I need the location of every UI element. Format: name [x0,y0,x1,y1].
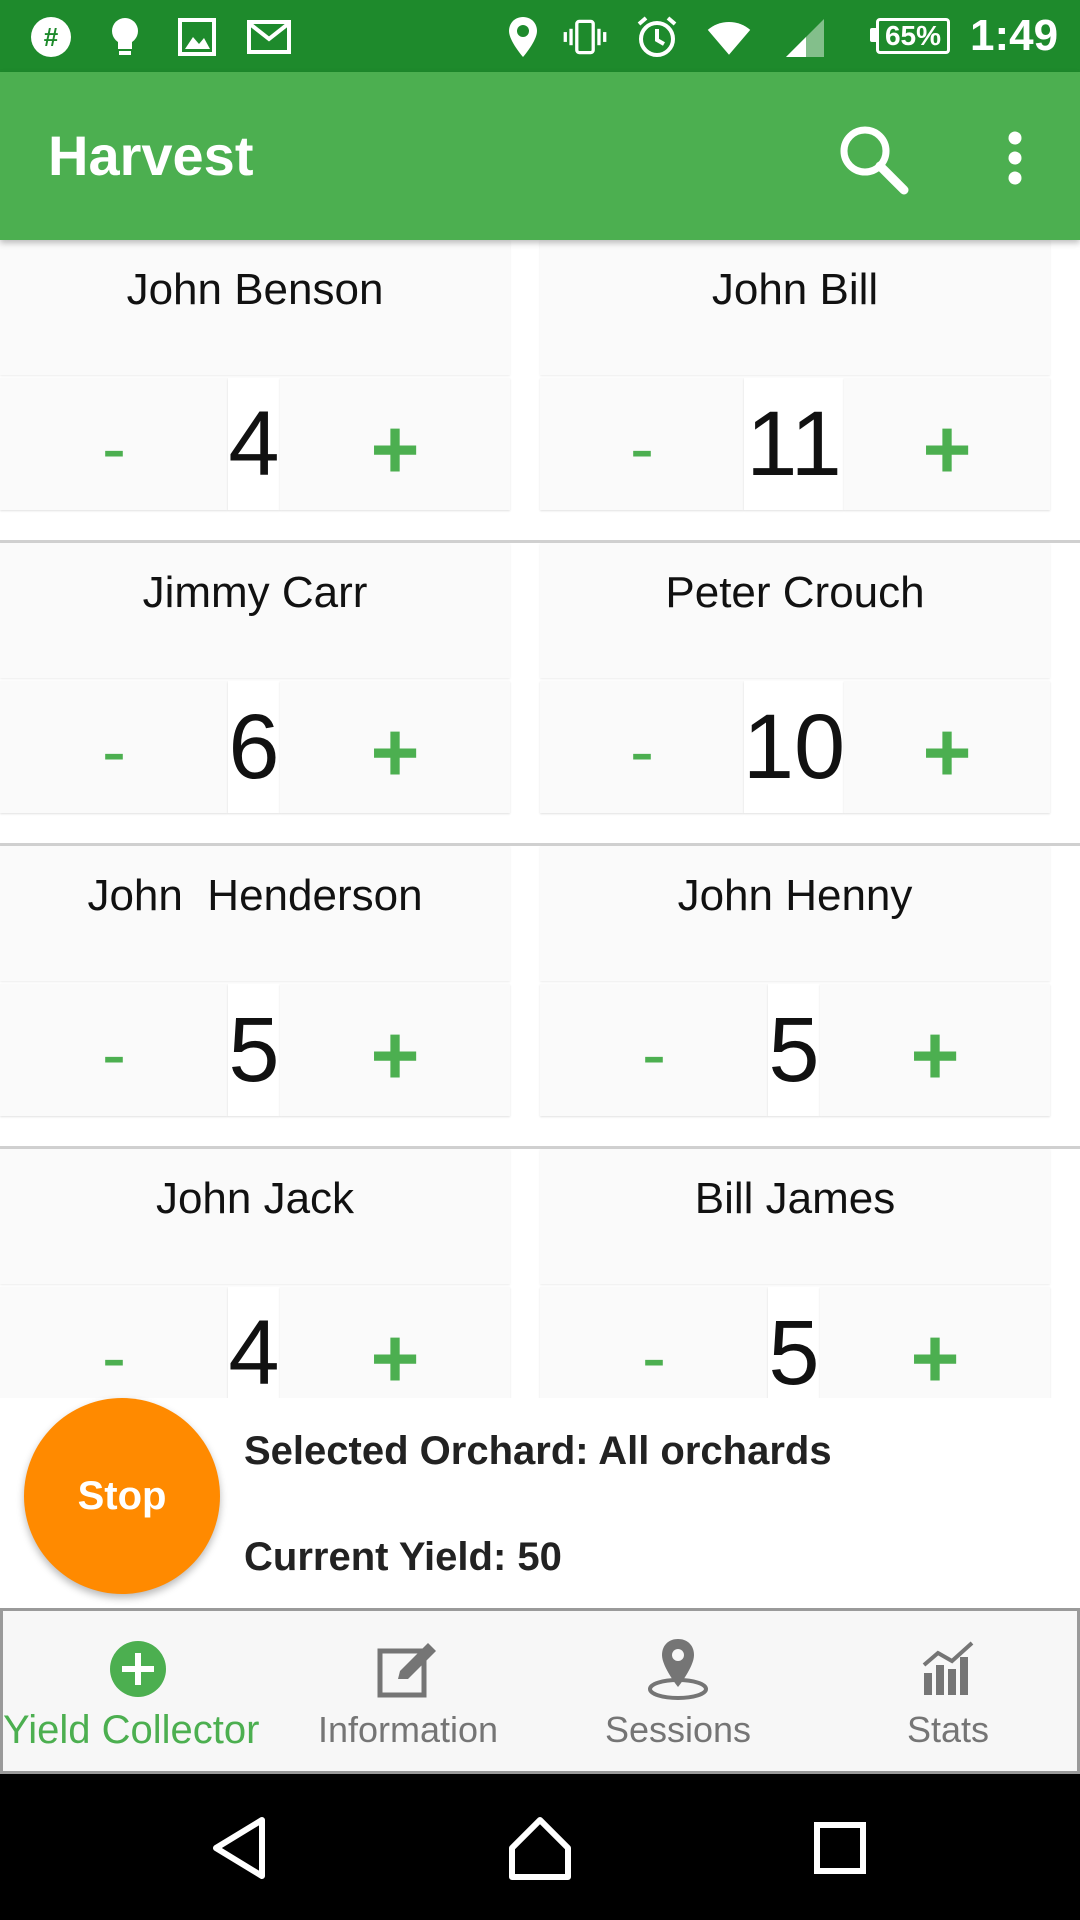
picker-card: John Jack - 4 + [0,1149,510,1398]
app-bar: Harvest [0,72,1080,240]
status-bar: # 65% 1:49 [0,0,1080,72]
home-icon[interactable] [490,1798,590,1898]
location-icon [500,14,546,60]
gmail-icon [246,14,292,60]
picker-count: 11 [744,378,844,510]
picker-card: John Henny - 5 + [540,846,1050,1116]
status-clock: 1:49 [970,11,1059,60]
selected-orchard-label: Selected Orchard: All orchards [244,1429,832,1473]
increment-button[interactable]: + [844,681,1050,813]
stop-button[interactable]: Stop [24,1398,220,1594]
increment-button[interactable]: + [844,378,1050,510]
picker-card: Jimmy Carr - 6 + [0,543,510,813]
picker-count: 6 [228,681,280,813]
picker-card: Bill James - 5 + [540,1149,1050,1398]
bottom-navigation: Yield Collector Information Sessions Sta… [0,1608,1080,1774]
decrement-button[interactable]: - [0,681,228,813]
picker-count: 5 [768,1287,820,1398]
wifi-icon [706,14,752,60]
decrement-button[interactable]: - [0,984,228,1116]
back-icon[interactable] [190,1798,290,1898]
app-title: Harvest [48,124,254,187]
battery-icon: 65% [870,16,950,56]
add-circle-icon [3,1633,273,1705]
image-icon [174,14,220,60]
picker-card: Peter Crouch - 10 + [540,543,1050,813]
nav-label: Sessions [604,1709,752,1750]
nav-label: Yield Collector [3,1708,260,1752]
increment-button[interactable]: + [820,984,1050,1116]
picker-count: 4 [228,378,280,510]
picker-row: Jimmy Carr - 6 + Peter Crouch - 10 + [0,543,1080,846]
picker-name: Peter Crouch [540,543,1050,678]
decrement-button[interactable]: - [540,1287,768,1398]
picker-name: John Henderson [0,846,510,981]
picker-card: John Benson - 4 + [0,240,510,510]
picker-count: 10 [743,681,845,813]
lightbulb-icon [102,14,148,60]
increment-button[interactable]: + [280,681,510,813]
decrement-button[interactable]: - [540,378,744,510]
increment-button[interactable]: + [280,378,510,510]
picker-name: John Henny [540,846,1050,981]
svg-text:#: # [44,22,59,52]
increment-button[interactable]: + [280,984,510,1116]
slack-icon: # [28,14,74,60]
picker-name: Jimmy Carr [0,543,510,678]
vibrate-icon [562,14,608,60]
picker-count: 5 [228,984,280,1116]
alarm-icon [634,14,680,60]
decrement-button[interactable]: - [0,378,228,510]
picker-row: John Henderson - 5 + John Henny - 5 + [0,846,1080,1149]
picker-row: John Jack - 4 + Bill James - 5 + [0,1149,1080,1398]
picker-grid: John Benson - 4 + John Bill - 11 + Jimmy… [0,240,1080,1398]
more-vert-icon[interactable] [990,116,1040,200]
increment-button[interactable]: + [280,1287,510,1398]
search-icon[interactable] [830,116,914,200]
nav-stats[interactable]: Stats [813,1611,1080,1771]
picker-name: John Bill [540,240,1050,375]
system-navigation-bar [0,1774,1080,1920]
picker-card: John Henderson - 5 + [0,846,510,1116]
decrement-button[interactable]: - [540,984,768,1116]
picker-row: John Benson - 4 + John Bill - 11 + [0,240,1080,543]
picker-name: John Benson [0,240,510,375]
battery-percentage: 65% [884,20,942,51]
nav-label: Information [317,1709,499,1750]
bar-chart-icon [813,1633,1080,1705]
nav-label: Stats [906,1709,990,1750]
recents-icon[interactable] [790,1798,890,1898]
nav-yield-collector[interactable]: Yield Collector [3,1611,273,1771]
picker-name: Bill James [540,1149,1050,1284]
nav-sessions[interactable]: Sessions [543,1611,813,1771]
picker-name: John Jack [0,1149,510,1284]
place-icon [543,1633,813,1705]
picker-card: John Bill - 11 + [540,240,1050,510]
edit-note-icon [273,1633,543,1705]
current-yield-label: Current Yield: 50 [244,1535,562,1579]
decrement-button[interactable]: - [0,1287,228,1398]
picker-count: 5 [768,984,820,1116]
nav-information[interactable]: Information [273,1611,543,1771]
cell-signal-icon [782,14,828,60]
decrement-button[interactable]: - [540,681,744,813]
picker-count: 4 [228,1287,280,1398]
increment-button[interactable]: + [820,1287,1050,1398]
